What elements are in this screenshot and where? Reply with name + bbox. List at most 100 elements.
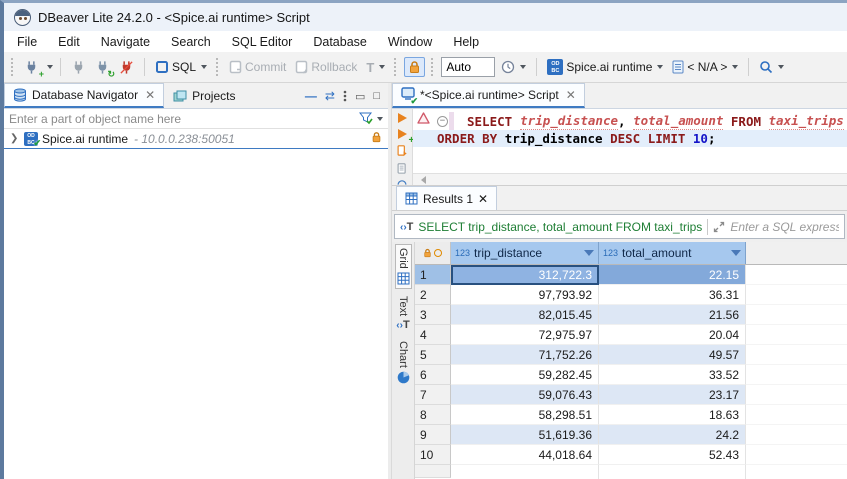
table-row[interactable]: 2 97,793.92 36.31 xyxy=(415,285,847,305)
menu-help[interactable]: Help xyxy=(453,35,479,49)
column-header-trip-distance[interactable]: 123 trip_distance xyxy=(451,242,599,264)
row-number-cell[interactable]: 6 xyxy=(415,365,451,385)
object-filter-input[interactable] xyxy=(4,110,357,128)
table-row[interactable]: 4 72,975.97 20.04 xyxy=(415,325,847,345)
menu-navigate[interactable]: Navigate xyxy=(101,35,150,49)
column-filter-icon[interactable] xyxy=(731,250,741,256)
active-schema-selector[interactable]: < N/A > xyxy=(669,58,741,76)
trip-distance-cell[interactable] xyxy=(451,465,599,479)
row-number-cell[interactable]: 3 xyxy=(415,305,451,325)
connection-readonly-toggle[interactable] xyxy=(404,57,425,77)
column-filter-icon[interactable] xyxy=(584,250,594,256)
reconnect-button[interactable]: ↻ xyxy=(92,58,113,77)
table-row[interactable]: 10 44,018.64 52.43 xyxy=(415,445,847,465)
menu-sql-editor[interactable]: SQL Editor xyxy=(232,35,293,49)
table-row[interactable]: 9 51,619.36 24.2 xyxy=(415,425,847,445)
tab-results-1[interactable]: Results 1 ✕ xyxy=(396,186,497,210)
menu-window[interactable]: Window xyxy=(388,35,432,49)
row-number-cell[interactable]: 8 xyxy=(415,405,451,425)
expand-chevron-icon[interactable]: ❯ xyxy=(10,133,20,144)
editor-horizontal-scrollbar[interactable] xyxy=(413,173,847,185)
total-amount-cell[interactable]: 20.04 xyxy=(599,325,746,345)
rollback-button[interactable]: Rollback xyxy=(292,58,360,76)
total-amount-cell[interactable]: 36.31 xyxy=(599,285,746,305)
total-amount-cell[interactable] xyxy=(599,465,746,479)
presentation-tab-text[interactable]: Text ‹›T xyxy=(395,293,410,334)
scroll-left-icon[interactable] xyxy=(421,176,426,184)
tab-sql-script[interactable]: ✔ *<Spice.ai runtime> Script ✕ xyxy=(392,83,585,108)
table-row[interactable]: 8 58,298.51 18.63 xyxy=(415,405,847,425)
new-sql-editor-button[interactable]: SQL xyxy=(152,58,210,76)
history-dropdown[interactable] xyxy=(520,65,526,69)
results-filter-field[interactable]: ‹›T SELECT trip_distance, total_amount F… xyxy=(394,214,845,239)
fold-marker-icon[interactable]: − xyxy=(437,116,448,127)
row-number-cell[interactable]: 4 xyxy=(415,325,451,345)
minimize-view-icon[interactable]: ▭ xyxy=(355,90,365,103)
link-with-editor-icon[interactable]: ⇄ xyxy=(325,89,335,103)
filter-dropdown[interactable] xyxy=(377,117,383,121)
table-row[interactable]: 1 312,722.3 22.15 xyxy=(415,265,847,285)
commit-button[interactable]: Commit xyxy=(226,58,289,76)
schema-dropdown[interactable] xyxy=(732,65,738,69)
row-number-cell[interactable] xyxy=(415,465,451,478)
menu-edit[interactable]: Edit xyxy=(58,35,80,49)
trip-distance-cell[interactable]: 71,752.26 xyxy=(451,345,599,365)
trip-distance-cell[interactable]: 44,018.64 xyxy=(451,445,599,465)
close-icon[interactable]: ✕ xyxy=(145,88,155,102)
total-amount-cell[interactable]: 33.52 xyxy=(599,365,746,385)
transaction-history-button[interactable] xyxy=(498,58,529,76)
table-row[interactable]: 3 82,015.45 21.56 xyxy=(415,305,847,325)
sql-editor-dropdown[interactable] xyxy=(201,65,207,69)
total-amount-cell[interactable]: 21.56 xyxy=(599,305,746,325)
search-button[interactable] xyxy=(756,58,787,76)
tab-database-navigator[interactable]: Database Navigator ✕ xyxy=(4,83,164,108)
explain-plan-icon[interactable] xyxy=(395,163,409,174)
column-header-total-amount[interactable]: 123 total_amount xyxy=(599,242,746,264)
grid-corner-cell[interactable] xyxy=(415,242,451,264)
trip-distance-cell[interactable]: 72,975.97 xyxy=(451,325,599,345)
editor-text-area[interactable]: −SELECTtrip_distance, total_amount FROM … xyxy=(413,109,847,185)
trip-distance-cell[interactable]: 59,076.43 xyxy=(451,385,599,405)
more-tools-icon[interactable] xyxy=(396,180,408,185)
new-connection-button[interactable]: + xyxy=(21,58,42,77)
disconnect-button[interactable] xyxy=(116,58,137,77)
trip-distance-cell[interactable]: 51,619.36 xyxy=(451,425,599,445)
total-amount-cell[interactable]: 22.15 xyxy=(599,265,746,285)
trip-distance-cell[interactable]: 312,722.3 xyxy=(451,265,599,285)
execute-new-tab-button[interactable]: + xyxy=(398,129,407,139)
autocommit-combo[interactable] xyxy=(441,57,495,77)
tab-projects[interactable]: Projects xyxy=(164,83,244,108)
table-row[interactable]: 7 59,076.43 23.17 xyxy=(415,385,847,405)
total-amount-cell[interactable]: 24.2 xyxy=(599,425,746,445)
transaction-log-button[interactable]: T xyxy=(363,58,388,77)
row-number-cell[interactable]: 5 xyxy=(415,345,451,365)
total-amount-cell[interactable]: 49.57 xyxy=(599,345,746,365)
trip-distance-cell[interactable]: 97,793.92 xyxy=(451,285,599,305)
row-number-cell[interactable]: 10 xyxy=(415,445,451,465)
menu-database[interactable]: Database xyxy=(313,35,367,49)
row-number-cell[interactable]: 2 xyxy=(415,285,451,305)
close-icon[interactable]: ✕ xyxy=(566,88,576,102)
trip-distance-cell[interactable]: 82,015.45 xyxy=(451,305,599,325)
connect-button[interactable] xyxy=(68,58,89,77)
new-connection-dropdown[interactable] xyxy=(47,65,53,69)
connection-tree-item[interactable]: ❯ ODBC✔ Spice.ai runtime - 10.0.0.238:50… xyxy=(4,129,388,149)
search-dropdown[interactable] xyxy=(778,65,784,69)
table-row[interactable]: 6 59,282.45 33.52 xyxy=(415,365,847,385)
menu-file[interactable]: File xyxy=(17,35,37,49)
execute-script-icon[interactable] xyxy=(395,145,409,157)
total-amount-cell[interactable]: 52.43 xyxy=(599,445,746,465)
filter-funnel-icon[interactable] xyxy=(359,112,373,125)
maximize-view-icon[interactable]: □ xyxy=(373,90,380,102)
connection-dropdown[interactable] xyxy=(657,65,663,69)
menu-search[interactable]: Search xyxy=(171,35,211,49)
row-number-cell[interactable]: 1 xyxy=(415,265,451,285)
trip-distance-cell[interactable]: 59,282.45 xyxy=(451,365,599,385)
presentation-tab-grid[interactable]: Grid xyxy=(395,244,412,289)
table-row[interactable] xyxy=(415,465,847,479)
transaction-dropdown[interactable] xyxy=(379,65,385,69)
row-number-cell[interactable]: 7 xyxy=(415,385,451,405)
table-row[interactable]: 5 71,752.26 49.57 xyxy=(415,345,847,365)
active-connection-selector[interactable]: ODBC Spice.ai runtime xyxy=(544,57,666,77)
trip-distance-cell[interactable]: 58,298.51 xyxy=(451,405,599,425)
